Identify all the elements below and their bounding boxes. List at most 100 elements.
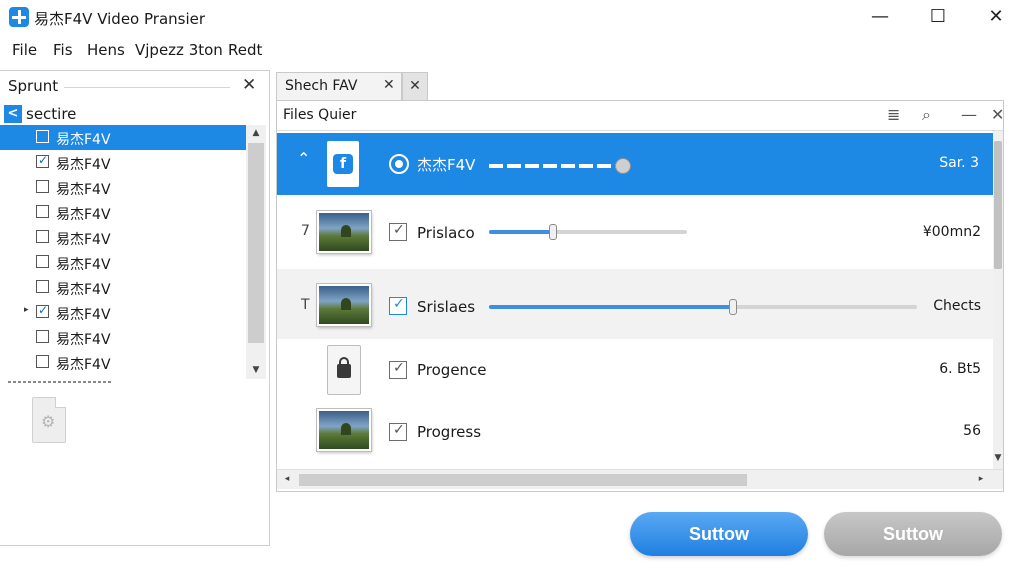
- tree-item[interactable]: 易杰F4V: [0, 350, 246, 375]
- tree-item-label: 易杰F4V: [56, 157, 111, 173]
- file-row[interactable]: T Srislaes Chects: [277, 269, 993, 339]
- scroll-right-icon[interactable]: ▸: [971, 474, 991, 484]
- row-label: Progress: [417, 423, 482, 441]
- tree-item-label: 易杰F4V: [56, 357, 111, 373]
- video-thumbnail: [317, 409, 371, 451]
- scrollbar-thumb[interactable]: [248, 143, 264, 343]
- collapse-chevron-icon[interactable]: <: [4, 105, 22, 123]
- row-label: Progence: [417, 361, 487, 379]
- tree-item[interactable]: 易杰F4V: [0, 250, 246, 275]
- checkbox[interactable]: [36, 230, 49, 243]
- tree-item[interactable]: 易杰F4V: [0, 225, 246, 250]
- divider: [8, 381, 112, 383]
- tab-search-fav[interactable]: Shech FAV ✕: [276, 72, 402, 100]
- active-file-value: Sar. 3: [939, 155, 979, 171]
- progress-fill: [489, 230, 553, 234]
- checkbox[interactable]: [36, 280, 49, 293]
- checkbox[interactable]: [36, 255, 49, 268]
- menu-vjpezz[interactable]: Vjpezz 3ton: [135, 41, 223, 59]
- tab-close-all-button[interactable]: ✕: [402, 72, 428, 100]
- tree-item[interactable]: 易杰F4V: [0, 150, 246, 175]
- vertical-scrollbar[interactable]: ▼: [993, 131, 1003, 469]
- chevron-up-icon[interactable]: ⌃: [297, 149, 310, 168]
- checkbox[interactable]: [36, 205, 49, 218]
- close-window-button[interactable]: ✕: [976, 4, 1016, 30]
- left-panel-close-button[interactable]: ✕: [242, 75, 256, 95]
- window-title: 易杰F4V Video Pransier: [34, 10, 206, 28]
- tab-label: Shech FAV: [285, 78, 358, 94]
- slider-thumb[interactable]: [549, 224, 557, 240]
- scroll-down-icon[interactable]: ▼: [988, 453, 1008, 463]
- slider-thumb[interactable]: [729, 299, 737, 315]
- checkbox[interactable]: [36, 355, 49, 368]
- gear-icon: ⚙: [41, 412, 56, 431]
- secondary-action-button[interactable]: Suttow: [824, 512, 1002, 556]
- row-checkbox[interactable]: [389, 222, 407, 241]
- tree-item[interactable]: 易杰F4V: [0, 125, 246, 150]
- progress-track[interactable]: [489, 164, 621, 168]
- primary-action-button[interactable]: Suttow: [630, 512, 808, 556]
- tree-item-label: 易杰F4V: [56, 307, 111, 323]
- files-panel-header: Files Quier ≣ ⌕ — ✕: [277, 101, 1004, 131]
- left-panel-title: Sprunt: [8, 77, 59, 95]
- row-label: Prislaco: [417, 224, 475, 242]
- maximize-button[interactable]: ☐: [918, 4, 958, 30]
- progress-slider[interactable]: [489, 299, 917, 315]
- tree-item[interactable]: 易杰F4V: [0, 175, 246, 200]
- tree-item[interactable]: ▸ 易杰F4V: [0, 300, 246, 325]
- scrollbar-thumb[interactable]: [299, 474, 747, 486]
- checkbox[interactable]: [36, 153, 49, 168]
- progress-thumb[interactable]: [615, 158, 631, 174]
- row-checkbox[interactable]: [389, 296, 407, 315]
- progress-fill: [489, 305, 733, 309]
- file-row[interactable]: Progress 56: [277, 403, 993, 461]
- files-panel: Files Quier ≣ ⌕ — ✕ ⌃ f 杰杰F4V Sar. 3 7 P…: [276, 100, 1004, 492]
- checkbox[interactable]: [36, 180, 49, 193]
- tab-close-icon[interactable]: ✕: [383, 77, 395, 93]
- tree-item[interactable]: 易杰F4V: [0, 275, 246, 300]
- checkbox[interactable]: [36, 130, 49, 143]
- row-number: 7: [301, 223, 310, 239]
- menu-bar: File Fis Hens Vjpezz 3ton Redt: [0, 34, 1024, 64]
- progress-slider[interactable]: [489, 224, 687, 240]
- scroll-down-icon[interactable]: ▼: [246, 365, 266, 375]
- horizontal-scrollbar[interactable]: ◂ ▸: [277, 469, 1003, 489]
- settings-file-icon: ⚙: [32, 397, 66, 443]
- row-value: ¥00mn2: [922, 224, 981, 240]
- list-view-icon[interactable]: ≣: [887, 105, 900, 124]
- file-row[interactable]: 7 Prislaco ¥00mn2: [277, 195, 993, 269]
- minimize-panel-icon[interactable]: —: [961, 105, 977, 124]
- menu-hens[interactable]: Hens: [87, 41, 125, 59]
- tree-item-label: 易杰F4V: [56, 332, 111, 348]
- file-icon: f: [327, 141, 359, 187]
- row-checkbox[interactable]: [389, 360, 407, 379]
- menu-fis[interactable]: Fis: [53, 41, 73, 59]
- scroll-left-icon[interactable]: ◂: [277, 474, 297, 484]
- tree-item[interactable]: 易杰F4V: [0, 200, 246, 225]
- row-value: 56: [963, 423, 981, 439]
- left-scrollbar[interactable]: ▲ ▼: [246, 125, 266, 379]
- header-divider: [64, 87, 230, 88]
- tree-item-label: 易杰F4V: [56, 207, 111, 223]
- record-icon: [389, 154, 409, 174]
- menu-redt[interactable]: Redt: [228, 41, 262, 59]
- checkbox[interactable]: [36, 330, 49, 343]
- search-icon[interactable]: ⌕: [922, 105, 931, 125]
- lock-icon: [337, 357, 351, 378]
- active-file-row[interactable]: ⌃ f 杰杰F4V Sar. 3: [277, 133, 993, 195]
- scrollbar-thumb[interactable]: [994, 141, 1002, 269]
- tree-item-label: 易杰F4V: [56, 282, 111, 298]
- tree-item[interactable]: 易杰F4V: [0, 325, 246, 350]
- file-tree: 易杰F4V 易杰F4V 易杰F4V 易杰F4V 易杰F4V 易杰F4V 易杰F4…: [0, 125, 246, 379]
- row-checkbox[interactable]: [389, 422, 407, 441]
- video-thumbnail: [317, 211, 371, 253]
- close-panel-icon[interactable]: ✕: [991, 105, 1004, 124]
- minimize-button[interactable]: —: [860, 4, 900, 30]
- row-value: Chects: [933, 298, 981, 314]
- menu-file[interactable]: File: [12, 41, 37, 59]
- checkbox[interactable]: [36, 303, 49, 318]
- file-row[interactable]: Progence 6. Bt5: [277, 339, 993, 403]
- expand-arrow-icon[interactable]: ▸: [24, 305, 29, 315]
- scroll-up-icon[interactable]: ▲: [246, 128, 266, 138]
- left-panel: Sprunt ✕ < sectire 易杰F4V 易杰F4V 易杰F4V 易杰F…: [0, 70, 270, 546]
